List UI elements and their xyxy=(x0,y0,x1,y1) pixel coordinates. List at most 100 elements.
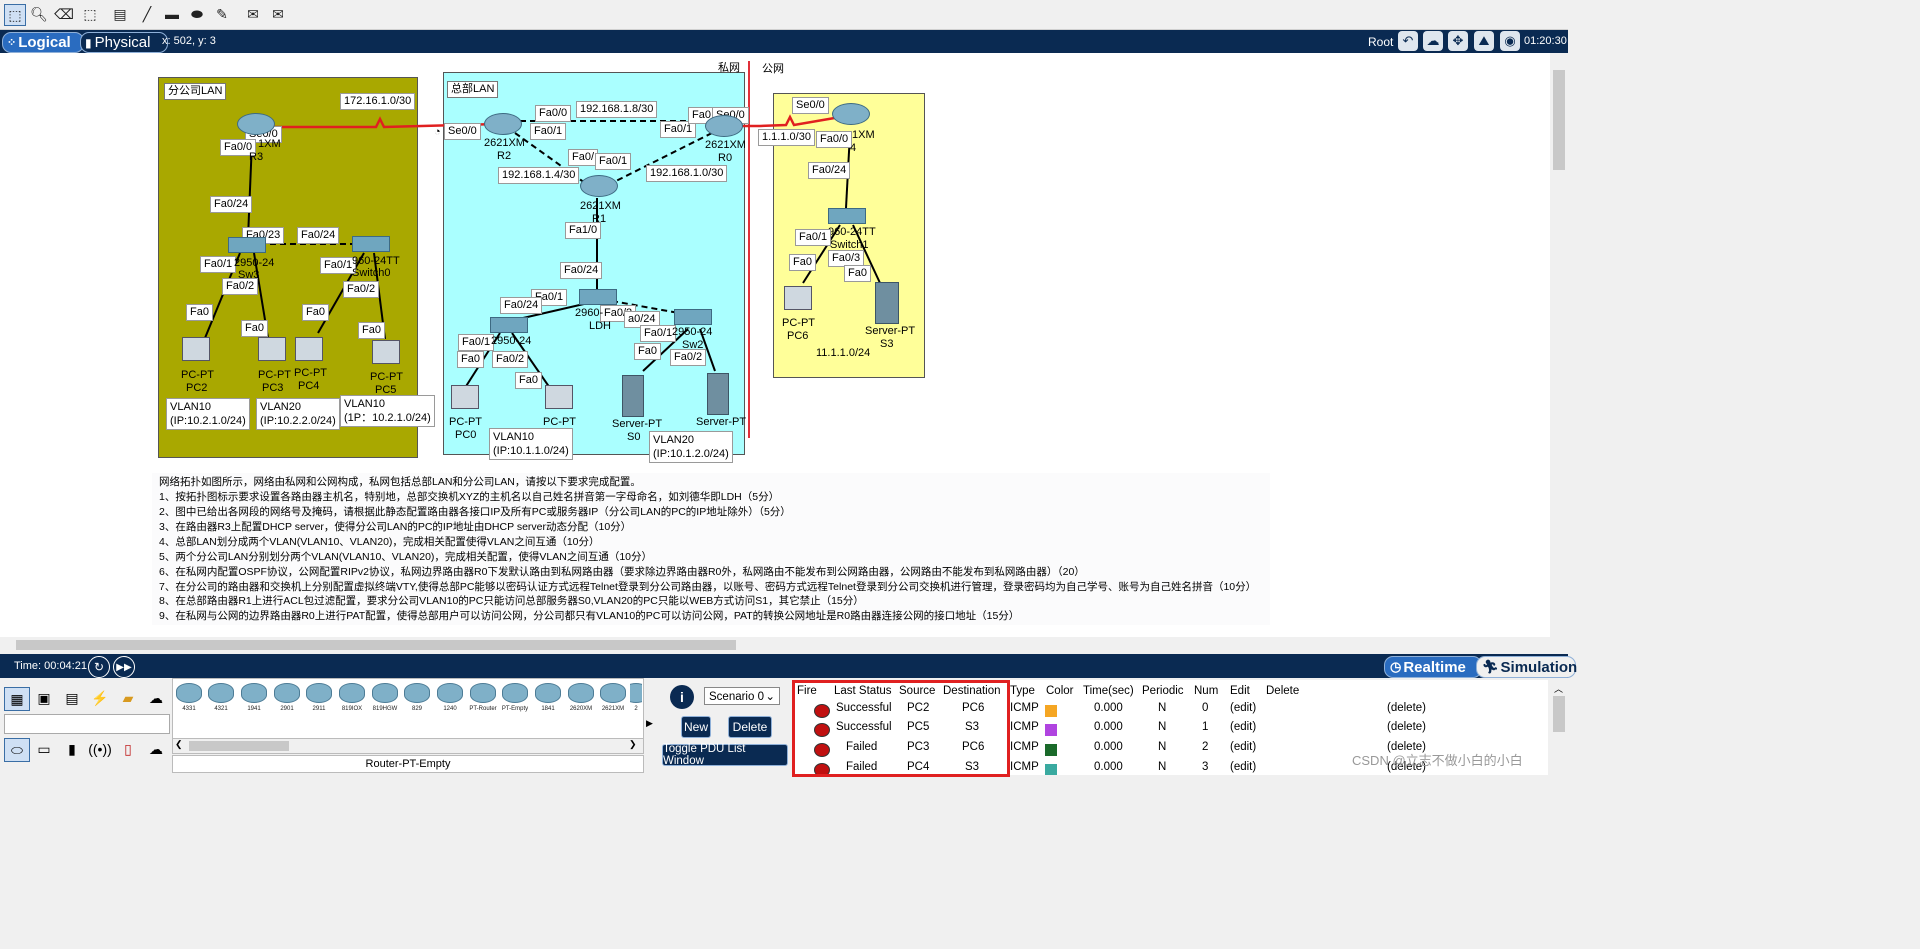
pc4-icon[interactable] xyxy=(295,337,323,361)
pc0-icon[interactable] xyxy=(451,385,479,409)
port-pc3-fa: Fa0 xyxy=(241,320,268,337)
logical-label: Logical xyxy=(18,34,71,51)
pdu-delete-link[interactable]: (delete) xyxy=(1387,702,1426,714)
model-item[interactable]: 4321 xyxy=(207,683,235,713)
note-icon[interactable]: ▤ xyxy=(110,4,130,24)
model-scroll-thumb[interactable] xyxy=(189,741,289,751)
scenario-select[interactable]: Scenario 0 ⌄ xyxy=(704,687,780,705)
network-devices-icon[interactable]: ▦ xyxy=(4,687,30,711)
server-s0-icon[interactable] xyxy=(622,375,644,417)
delete-icon[interactable]: ⌫ xyxy=(54,4,74,24)
pc5-icon[interactable] xyxy=(372,340,400,364)
pdu-scroll-thumb[interactable] xyxy=(1553,696,1565,732)
complex-pdu-icon[interactable]: ✉ xyxy=(268,4,288,24)
back-icon[interactable]: ↶ xyxy=(1398,31,1418,51)
pdu-delete-link[interactable]: (delete) xyxy=(1387,721,1426,733)
server-s3-icon[interactable] xyxy=(875,282,899,324)
model-item[interactable]: 819IOX xyxy=(338,683,366,713)
delete-scenario-button[interactable]: Delete xyxy=(728,716,772,738)
line-icon[interactable]: ╱ xyxy=(137,4,157,24)
background-icon[interactable]: ⛰ xyxy=(1474,31,1494,51)
pdu-num: 1 xyxy=(1202,721,1209,733)
switch-sw3-icon[interactable] xyxy=(228,237,266,253)
simple-pdu-icon[interactable]: ✉ xyxy=(243,4,263,24)
switch-switch0-icon[interactable] xyxy=(352,236,390,252)
model-item[interactable]: PT-Router xyxy=(469,683,497,713)
model-item[interactable]: PT-Empty xyxy=(501,683,529,713)
model-item[interactable]: 4331 xyxy=(175,683,203,713)
physical-tab[interactable]: ▮ Physical xyxy=(80,32,168,53)
logical-tab[interactable]: ⁘ Logical xyxy=(2,32,84,53)
model-item[interactable]: 2 xyxy=(630,683,642,713)
switch-switch1-icon[interactable] xyxy=(828,208,866,224)
task-line: 8、在总部路由器R1上进行ACL包过滤配置，要求分公司VLAN10的PC只能访问… xyxy=(159,595,864,607)
task-note[interactable]: 网络拓扑如图所示，网络由私网和公网构成，私网包括总部LAN和分公司LAN，请按以… xyxy=(152,473,1270,625)
router-r1-icon[interactable] xyxy=(580,175,618,197)
model-list-scrollbar[interactable]: ❮ ❯ xyxy=(172,738,644,754)
router-r2-icon[interactable] xyxy=(484,113,522,135)
model-item[interactable]: 829 xyxy=(403,683,431,713)
pdu-edit-link[interactable]: (edit) xyxy=(1230,721,1256,733)
power-cycle-icon[interactable]: ↻ xyxy=(88,656,110,678)
fast-forward-icon[interactable]: ▶▶ xyxy=(113,656,135,678)
routers-icon[interactable]: ⬭ xyxy=(4,738,30,762)
end-devices-icon[interactable]: ▣ xyxy=(32,687,56,709)
model-item[interactable]: 819HGW xyxy=(371,683,399,713)
pdu-edit-link[interactable]: (edit) xyxy=(1230,741,1256,753)
cluster-icon[interactable]: ☁ xyxy=(1423,31,1443,51)
model-item[interactable]: 1240 xyxy=(436,683,464,713)
pdu-edit-link[interactable]: (edit) xyxy=(1230,702,1256,714)
model-item[interactable]: 2621XM xyxy=(599,683,627,713)
pc1-icon[interactable] xyxy=(545,385,573,409)
pdu-periodic: N xyxy=(1158,702,1167,714)
model-item[interactable]: 2901 xyxy=(273,683,301,713)
simulation-button[interactable]: 🏃︎ Simulation xyxy=(1476,656,1577,678)
resize-icon[interactable]: ⬚ xyxy=(80,4,100,24)
model-item[interactable]: 1841 xyxy=(534,683,562,713)
switch-ldh-icon[interactable] xyxy=(579,289,617,305)
router-isp-icon[interactable] xyxy=(832,103,870,125)
wan-emulation-icon[interactable]: ☁ xyxy=(144,738,168,760)
info-icon[interactable]: i xyxy=(670,685,694,709)
realtime-button[interactable]: ◷ Realtime xyxy=(1384,656,1482,678)
pdu-edit-link[interactable]: (edit) xyxy=(1230,761,1256,773)
connections-icon[interactable]: ⚡ xyxy=(88,687,112,709)
pc6-icon[interactable] xyxy=(784,286,812,310)
switch-sw2-icon[interactable] xyxy=(674,309,712,325)
switches-icon[interactable]: ▭ xyxy=(32,738,56,760)
wireless-icon[interactable]: ((•)) xyxy=(88,738,112,760)
select-icon[interactable]: ⬚ xyxy=(4,4,26,26)
scroll-up-icon[interactable]: ︿ xyxy=(1554,682,1563,695)
model-item[interactable]: 1941 xyxy=(240,683,268,713)
new-scenario-button[interactable]: New xyxy=(681,716,711,738)
rectangle-icon[interactable]: ▬ xyxy=(162,4,182,24)
router-r0-icon[interactable] xyxy=(705,115,743,137)
router-r3-icon[interactable] xyxy=(237,113,275,135)
logical-workspace[interactable]: 私网 公网 分公司LAN 172.16.1.0/30 Se0/0 Fa0/0 F… xyxy=(0,53,1550,637)
hubs-icon[interactable]: ▮ xyxy=(60,738,84,760)
ellipse-icon[interactable]: ⬬ xyxy=(187,4,207,24)
pdu-list-scrollbar[interactable]: ︿ xyxy=(1550,680,1568,775)
scroll-left-icon[interactable]: ❮ xyxy=(175,739,183,750)
security-icon[interactable]: ▯ xyxy=(116,738,140,760)
zoom-icon[interactable]: 🔍︎ xyxy=(29,4,49,24)
viewport-icon[interactable]: ◉ xyxy=(1500,31,1520,51)
multiuser-icon[interactable]: ☁ xyxy=(144,687,168,709)
switch-sw1-icon[interactable] xyxy=(490,317,528,333)
move-icon[interactable]: ✥ xyxy=(1448,31,1468,51)
model-item[interactable]: 2620XM xyxy=(567,683,595,713)
scroll-right-icon[interactable]: ❯ xyxy=(629,739,637,750)
freeform-icon[interactable]: ✎ xyxy=(212,4,232,24)
toggle-pdu-list-button[interactable]: Toggle PDU List Window xyxy=(662,743,788,767)
collapse-icon[interactable]: ▶ xyxy=(646,718,653,729)
misc-icon[interactable]: ▰ xyxy=(116,687,140,709)
root-label[interactable]: Root xyxy=(1368,35,1393,49)
model-item[interactable]: 2911 xyxy=(305,683,333,713)
components-icon[interactable]: ▤ xyxy=(60,687,84,709)
vertical-scroll-thumb[interactable] xyxy=(1553,70,1565,170)
pc2-icon[interactable] xyxy=(182,337,210,361)
pc3-icon[interactable] xyxy=(258,337,286,361)
pdu-time: 0.000 xyxy=(1094,702,1123,714)
horizontal-scroll-thumb[interactable] xyxy=(16,640,736,650)
server-s1-icon[interactable] xyxy=(707,373,729,415)
